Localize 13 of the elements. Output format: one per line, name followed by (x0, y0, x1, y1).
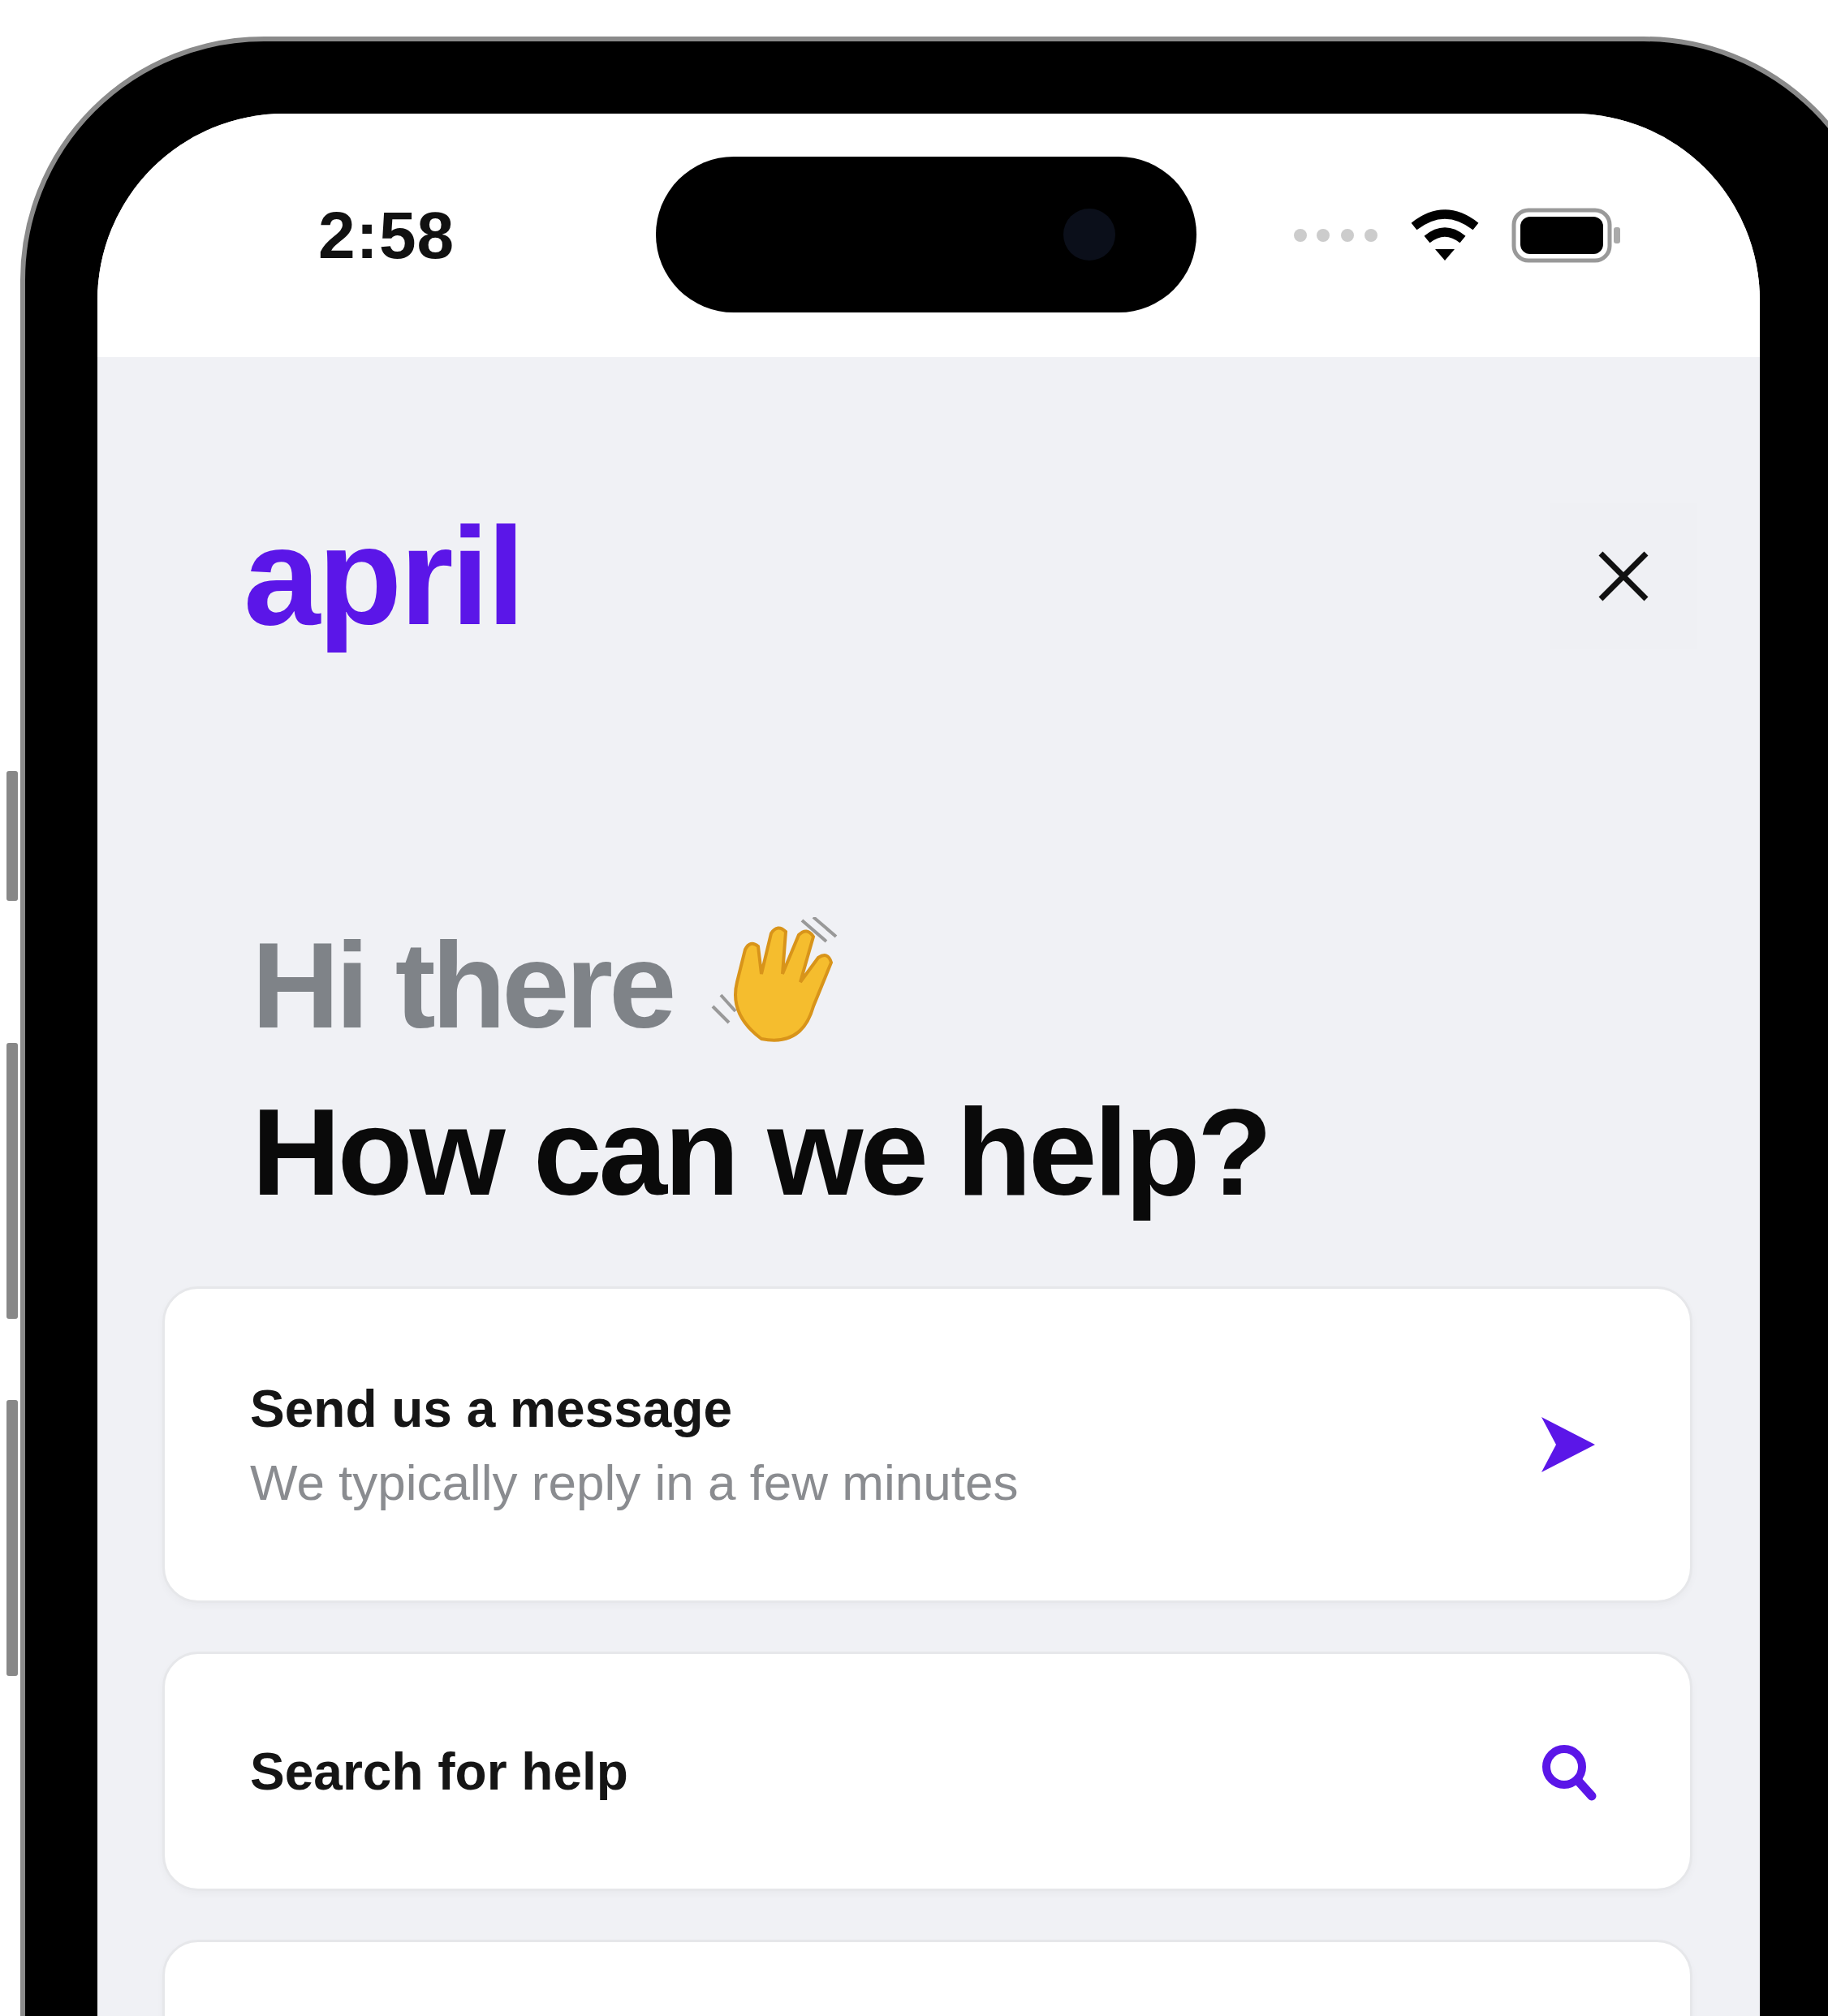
help-heading: How can we help? (252, 1082, 1270, 1222)
card-title: Search for help (250, 1741, 629, 1802)
card-title: Send us a message (250, 1378, 734, 1439)
greeting-text: Hi there (252, 916, 673, 1055)
signal-dots-icon (1294, 229, 1378, 242)
wifi-icon (1409, 209, 1481, 262)
card-subtitle: We typically reply in a few minutes (250, 1453, 1020, 1511)
status-time: 2:58 (318, 197, 455, 274)
battery-icon (1511, 208, 1622, 263)
close-icon (1597, 550, 1649, 602)
message-card[interactable]: Send us a message We typically reply in a few minutes (162, 1286, 1692, 1603)
app-logo: april (244, 498, 524, 655)
search-card[interactable]: Search for help (162, 1652, 1692, 1891)
